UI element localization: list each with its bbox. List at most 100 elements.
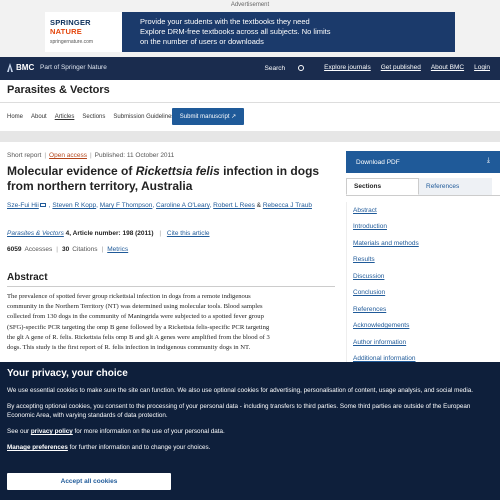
manage-preferences-link[interactable]: Manage preferences xyxy=(7,444,68,451)
sidebar-tabs: Sections References xyxy=(346,178,500,196)
submit-manuscript-button[interactable]: Submit manuscript ↗ xyxy=(172,108,244,125)
accesses-label: Accesses xyxy=(24,246,53,253)
citations-label: Citations xyxy=(72,246,98,253)
nav-about[interactable]: About xyxy=(31,114,47,120)
ad-region: Advertisement SPRINGER NATURE springerna… xyxy=(0,0,500,57)
journal-link[interactable]: Parasites & Vectors xyxy=(7,230,64,237)
ad-label: Advertisement xyxy=(230,2,270,8)
nav-submission-guidelines[interactable]: Submission Guidelines xyxy=(113,114,174,120)
external-link-icon: ↗ xyxy=(231,114,237,120)
submit-label: Submit manuscript xyxy=(179,113,230,120)
nav-home[interactable]: Home xyxy=(7,114,23,120)
download-pdf-button[interactable]: Download PDF ⤓ xyxy=(346,151,500,173)
bmc-nav: Search Explore journals Get published Ab… xyxy=(265,64,500,72)
title-italic: Rickettsia felis xyxy=(135,164,220,178)
abstract-line: community in the Northern Territory (NT)… xyxy=(7,303,263,311)
tab-sections[interactable]: Sections xyxy=(346,178,419,195)
cookie-banner: Your privacy, your choice We use essenti… xyxy=(0,362,500,500)
brand-url: springernature.com xyxy=(50,39,94,45)
article-title: Molecular evidence of Rickettsia felis i… xyxy=(7,164,327,194)
abstract-line: dogs. This study is the first report of … xyxy=(7,344,251,352)
abstract-text: The prevalence of spotted fever group ri… xyxy=(7,292,335,353)
title-part: Molecular evidence of xyxy=(7,164,136,178)
tab-references[interactable]: References xyxy=(419,178,492,195)
author-list: Sze-Fui Hii, Steven R Kopp, Mary F Thomp… xyxy=(7,202,312,209)
cookie-text: By accepting optional cookies, you conse… xyxy=(7,403,471,419)
section-link-author-information[interactable]: Author information xyxy=(347,334,500,351)
accesses-count: 6059 xyxy=(7,246,22,253)
ad-line: on the number of users or downloads xyxy=(140,37,264,46)
abstract-line: The prevalence of spotted fever group ri… xyxy=(7,293,251,300)
author-link[interactable]: Rebecca J Traub xyxy=(263,202,312,209)
bmc-logo-icon xyxy=(7,63,13,72)
text-span: for further information and to change yo… xyxy=(67,444,211,451)
divider xyxy=(0,102,500,103)
accept-all-cookies-button[interactable]: Accept all cookies xyxy=(7,473,171,490)
separator: | xyxy=(101,246,104,253)
nav-sections[interactable]: Sections xyxy=(82,114,105,120)
section-link-introduction[interactable]: Introduction xyxy=(347,219,500,236)
section-link-discussion[interactable]: Discussion xyxy=(347,268,500,285)
ad-banner[interactable]: SPRINGER NATURE springernature.com Provi… xyxy=(45,12,455,52)
cookie-text: We use essential cookies to make sure th… xyxy=(7,387,473,394)
brand-accent: NATURE xyxy=(50,27,82,36)
citations-count: 30 xyxy=(62,246,70,253)
cookie-title: Your privacy, your choice xyxy=(7,368,128,379)
section-link-references[interactable]: References xyxy=(347,301,500,318)
cookie-text: See our privacy policy for more informat… xyxy=(7,427,493,436)
volume-info: 4, Article number: 198 (2011) xyxy=(65,230,154,237)
section-link-conclusion[interactable]: Conclusion xyxy=(347,285,500,302)
author-link[interactable]: Caroline A O'Leary xyxy=(156,202,210,209)
text-span: See our xyxy=(7,428,31,435)
about-bmc-link[interactable]: About BMC xyxy=(431,64,464,72)
divider xyxy=(7,286,335,287)
separator: | xyxy=(44,152,47,159)
abstract-line: collected from 130 dogs in the community… xyxy=(7,313,264,321)
citation-line: Parasites & Vectors 4, Article number: 1… xyxy=(7,230,210,237)
separator: | xyxy=(56,246,58,253)
author-and: & xyxy=(256,202,261,209)
search-link[interactable]: Search xyxy=(265,64,315,72)
bmc-header: BMC Part of Springer Nature Search Explo… xyxy=(0,57,500,80)
privacy-policy-link[interactable]: privacy policy xyxy=(31,428,73,435)
author-link[interactable]: Mary F Thompson xyxy=(100,202,153,209)
ad-text: Provide your students with the textbooks… xyxy=(122,12,455,52)
journal-title[interactable]: Parasites & Vectors xyxy=(7,84,110,96)
section-link-abstract[interactable]: Abstract xyxy=(347,202,500,219)
article-type: Short report xyxy=(7,152,42,159)
explore-journals-link[interactable]: Explore journals xyxy=(324,64,371,72)
metrics-link[interactable]: Metrics xyxy=(107,246,128,253)
springer-nature-logo: SPRINGER NATURE springernature.com xyxy=(45,12,122,52)
ad-line: Explore DRM-free textbooks across all su… xyxy=(140,27,331,36)
separator: | xyxy=(89,152,92,159)
article-meta: Short report | Open access | Published: … xyxy=(7,152,174,159)
get-published-link[interactable]: Get published xyxy=(381,64,421,72)
brand-main: SPRINGER xyxy=(50,18,91,27)
mail-icon[interactable] xyxy=(39,203,46,207)
abstract-line: (SFG)-specific PCR targeting the omp B g… xyxy=(7,323,270,331)
grey-band xyxy=(0,131,500,142)
section-link-materials-methods[interactable]: Materials and methods xyxy=(347,235,500,252)
bmc-logo[interactable]: BMC xyxy=(7,63,34,72)
open-access-link[interactable]: Open access xyxy=(49,152,87,159)
section-link-acknowledgements[interactable]: Acknowledgements xyxy=(347,318,500,335)
author-link[interactable]: Robert L Rees xyxy=(213,202,255,209)
separator: | xyxy=(159,230,162,237)
abstract-line: the glt A gene of R. felis. Rickettsia f… xyxy=(7,333,270,341)
journal-nav: Home About Articles Sections Submission … xyxy=(7,114,182,120)
ad-line: Provide your students with the textbooks… xyxy=(140,17,310,26)
search-label: Search xyxy=(264,65,286,72)
download-label: Download PDF xyxy=(356,158,400,166)
section-link-results[interactable]: Results xyxy=(347,252,500,269)
sections-list: Abstract Introduction Materials and meth… xyxy=(346,202,500,367)
cite-this-article-link[interactable]: Cite this article xyxy=(167,230,210,237)
author-link[interactable]: Sze-Fui Hii xyxy=(7,202,39,209)
text-span: for more information on the use of your … xyxy=(72,428,225,435)
author-link[interactable]: Steven R Kopp xyxy=(52,202,96,209)
login-link[interactable]: Login xyxy=(474,64,490,72)
cookie-text: Manage preferences for further informati… xyxy=(7,443,493,452)
bmc-logo-text: BMC xyxy=(16,63,35,72)
part-of-springer-nature[interactable]: Part of Springer Nature xyxy=(40,64,107,71)
nav-articles[interactable]: Articles xyxy=(55,114,75,120)
abstract-heading: Abstract xyxy=(7,272,48,283)
